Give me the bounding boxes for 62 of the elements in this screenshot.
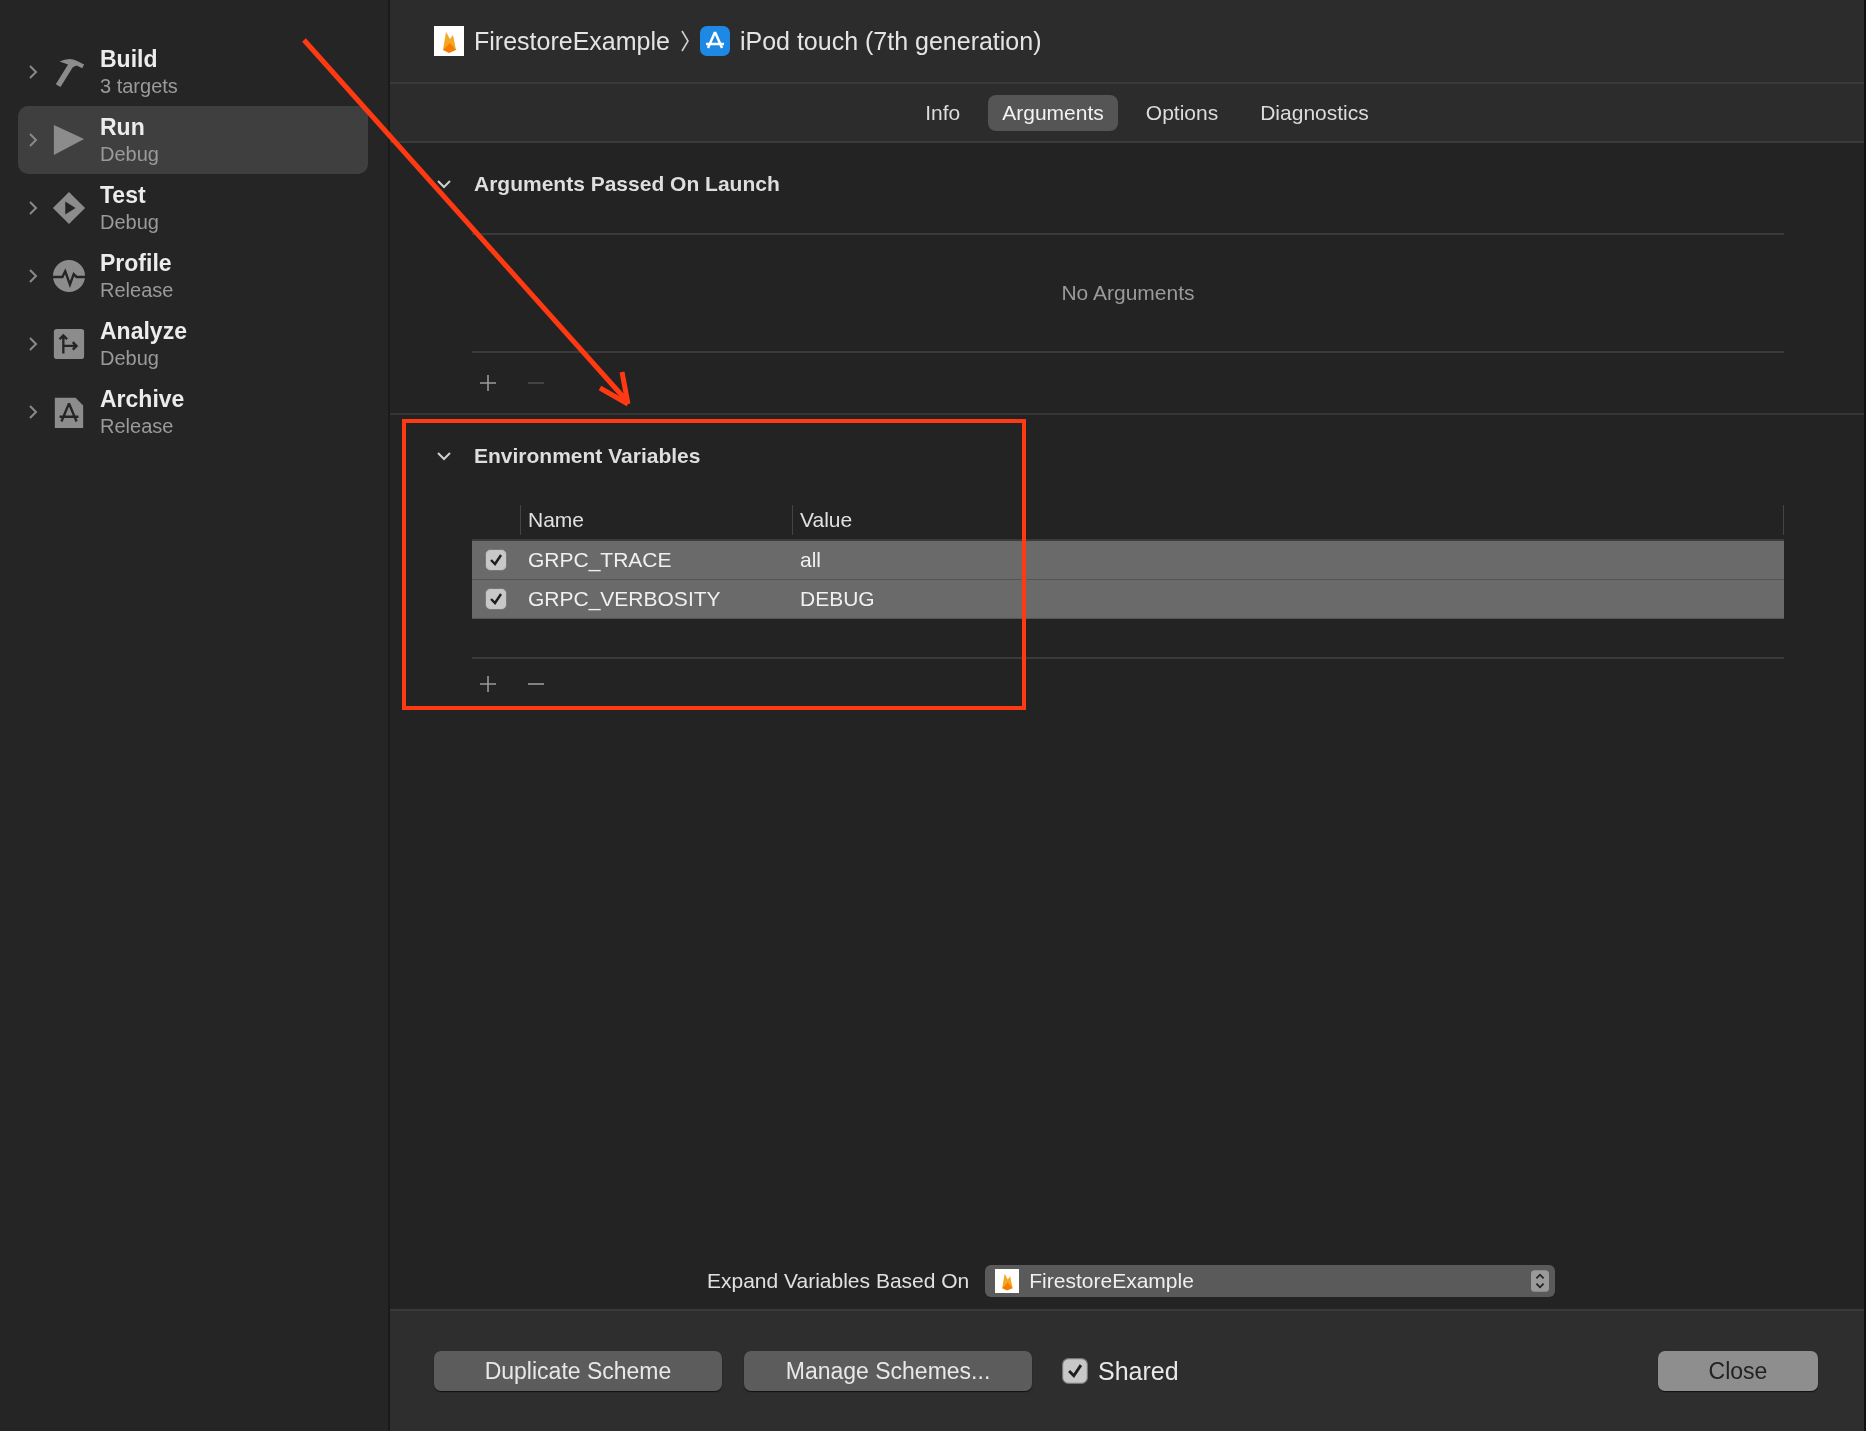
column-header[interactable]: Value — [792, 505, 1784, 535]
add-icon[interactable] — [478, 373, 498, 393]
chevron-icon[interactable] — [28, 64, 38, 80]
scheme-action-title: Analyze — [100, 318, 187, 346]
tab[interactable]: Diagnostics — [1246, 94, 1383, 131]
checkbox[interactable] — [485, 588, 507, 610]
scheme-action-item[interactable]: Archive Release — [18, 378, 368, 446]
scheme-action-item[interactable]: Run Debug — [18, 106, 368, 174]
chevron-icon[interactable] — [436, 179, 452, 189]
add-icon[interactable] — [478, 674, 498, 694]
chevron-icon[interactable] — [28, 336, 38, 352]
scheme-action-item[interactable]: Profile Release — [18, 242, 368, 310]
scheme-action-configuration: Debug — [100, 141, 159, 166]
waveform-icon — [52, 259, 86, 293]
checkbox[interactable] — [1062, 1358, 1088, 1384]
table-cell-text: DEBUG — [799, 587, 876, 611]
scheme-action-item[interactable]: Analyze Debug — [18, 310, 368, 378]
table-cell-text: GRPC_VERBOSITY — [527, 587, 722, 611]
section-title: Arguments Passed On Launch — [474, 172, 780, 196]
chevron-icon[interactable] — [436, 451, 452, 461]
scheme-button[interactable]: Manage Schemes... — [744, 1351, 1032, 1391]
scheme-action-title: Archive — [100, 386, 185, 414]
table-row[interactable]: GRPC_TRACE all — [472, 541, 1784, 580]
flame-app-icon — [434, 26, 464, 56]
device-name[interactable]: iPod touch (7th generation) — [739, 26, 1042, 56]
expand-variables-label: Expand Variables Based On — [707, 1269, 970, 1293]
tab[interactable]: Arguments — [988, 94, 1118, 131]
empty-list-message: No Arguments — [1061, 281, 1195, 305]
chevron-icon[interactable] — [28, 268, 38, 284]
scheme-action-configuration: Release — [100, 413, 175, 438]
chevron-icon — [679, 29, 690, 53]
scheme-action-configuration: Release — [100, 277, 174, 302]
scheme-action-configuration: 3 targets — [100, 73, 178, 98]
shared-checkbox[interactable]: Shared — [1062, 1356, 1179, 1386]
close-button[interactable]: Close — [1658, 1351, 1818, 1391]
tab[interactable]: Info — [911, 94, 975, 131]
scheme-action-configuration: Debug — [100, 345, 160, 370]
checkbox[interactable] — [485, 549, 507, 571]
diamond-play-icon — [52, 191, 86, 225]
scheme-action-item[interactable]: Build 3 targets — [18, 38, 368, 106]
chevron-icon[interactable] — [28, 404, 38, 420]
table-cell-text: all — [799, 548, 822, 572]
play-icon — [52, 123, 86, 157]
scheme-action-title: Profile — [100, 250, 173, 278]
table-row[interactable]: GRPC_VERBOSITY DEBUG — [472, 580, 1784, 619]
scheme-action-configuration: Debug — [100, 209, 159, 234]
stepper-icon — [1531, 1270, 1550, 1292]
document-icon — [52, 395, 86, 429]
tab[interactable]: Options — [1131, 94, 1233, 131]
column-header[interactable]: Name — [520, 505, 792, 535]
scheme-action-title: Run — [100, 114, 146, 142]
scheme-action-title: Build — [100, 46, 159, 74]
scheme-action-item[interactable]: Test Debug — [18, 174, 368, 242]
scheme-button[interactable]: Duplicate Scheme — [434, 1351, 722, 1391]
project-name[interactable]: FirestoreExample — [474, 26, 670, 56]
chevron-icon[interactable] — [28, 200, 38, 216]
table-cell-text: GRPC_TRACE — [527, 548, 673, 572]
target-popup[interactable]: FirestoreExample — [985, 1265, 1556, 1297]
scheme-action-title: Test — [100, 182, 147, 210]
app-store-icon — [699, 26, 730, 56]
section-title: Environment Variables — [474, 444, 701, 468]
flame-app-icon — [995, 1269, 1020, 1293]
